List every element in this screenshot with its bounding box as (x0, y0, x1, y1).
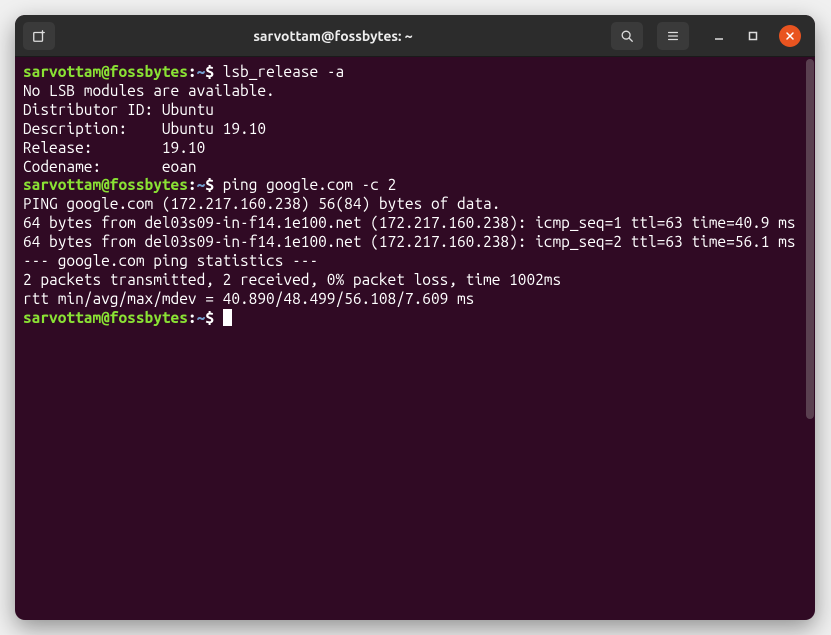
terminal-output-line: Distributor ID: Ubuntu (23, 101, 797, 120)
terminal-command-line: sarvottam@fossbytes:~$ (23, 309, 797, 328)
search-icon (620, 29, 634, 43)
terminal-output-line: rtt min/avg/max/mdev = 40.890/48.499/56.… (23, 290, 797, 309)
terminal-output-line: 64 bytes from del03s09-in-f14.1e100.net … (23, 233, 797, 252)
terminal-output-line: Description: Ubuntu 19.10 (23, 120, 797, 139)
output-text: --- google.com ping statistics --- (23, 252, 318, 269)
window-title: sarvottam@fossbytes: ~ (55, 28, 611, 44)
titlebar-right (611, 22, 807, 50)
scrollbar[interactable] (805, 57, 815, 620)
titlebar: sarvottam@fossbytes: ~ (15, 15, 815, 57)
output-text: Release: 19.10 (23, 139, 205, 156)
prompt-user-host: sarvottam@fossbytes (23, 63, 188, 80)
prompt-dollar: $ (205, 309, 222, 326)
prompt-dollar: $ (205, 63, 222, 80)
prompt-dollar: $ (205, 176, 222, 193)
new-tab-icon (32, 29, 46, 43)
close-button[interactable] (779, 25, 801, 47)
terminal-window: sarvottam@fossbytes: ~ sarvottam@ (15, 15, 815, 620)
prompt-colon: : (188, 176, 197, 193)
prompt-colon: : (188, 309, 197, 326)
output-text: 2 packets transmitted, 2 received, 0% pa… (23, 271, 561, 288)
command-text: lsb_release -a (223, 63, 345, 80)
terminal-output-line: Codename: eoan (23, 158, 797, 177)
prompt-user-host: sarvottam@fossbytes (23, 309, 188, 326)
command-text: ping google.com -c 2 (223, 176, 397, 193)
prompt-path: ~ (197, 176, 206, 193)
terminal-output-line: PING google.com (172.217.160.238) 56(84)… (23, 195, 797, 214)
terminal-output-line: --- google.com ping statistics --- (23, 252, 797, 271)
terminal-command-line: sarvottam@fossbytes:~$ ping google.com -… (23, 176, 797, 195)
menu-button[interactable] (657, 22, 689, 50)
terminal-command-line: sarvottam@fossbytes:~$ lsb_release -a (23, 63, 797, 82)
search-button[interactable] (611, 22, 643, 50)
titlebar-left (23, 22, 55, 50)
cursor (223, 309, 232, 326)
output-text: Distributor ID: Ubuntu (23, 101, 214, 118)
hamburger-icon (666, 29, 680, 43)
close-icon (785, 31, 795, 41)
new-tab-button[interactable] (23, 22, 55, 50)
output-text: No LSB modules are available. (23, 82, 275, 99)
maximize-icon (748, 31, 758, 41)
terminal-output-line: 2 packets transmitted, 2 received, 0% pa… (23, 271, 797, 290)
output-text: 64 bytes from del03s09-in-f14.1e100.net … (23, 214, 796, 231)
terminal-output[interactable]: sarvottam@fossbytes:~$ lsb_release -aNo … (15, 57, 805, 620)
scrollbar-thumb[interactable] (806, 59, 814, 419)
minimize-button[interactable] (711, 28, 727, 44)
terminal-output-line: No LSB modules are available. (23, 82, 797, 101)
terminal-body: sarvottam@fossbytes:~$ lsb_release -aNo … (15, 57, 815, 620)
prompt-user-host: sarvottam@fossbytes (23, 176, 188, 193)
output-text: 64 bytes from del03s09-in-f14.1e100.net … (23, 233, 796, 250)
output-text: rtt min/avg/max/mdev = 40.890/48.499/56.… (23, 290, 474, 307)
terminal-output-line: 64 bytes from del03s09-in-f14.1e100.net … (23, 214, 797, 233)
output-text: Description: Ubuntu 19.10 (23, 120, 266, 137)
terminal-output-line: Release: 19.10 (23, 139, 797, 158)
maximize-button[interactable] (745, 28, 761, 44)
minimize-icon (714, 31, 724, 41)
output-text: PING google.com (172.217.160.238) 56(84)… (23, 195, 500, 212)
output-text: Codename: eoan (23, 158, 197, 175)
prompt-path: ~ (197, 63, 206, 80)
prompt-path: ~ (197, 309, 206, 326)
window-controls (711, 25, 801, 47)
prompt-colon: : (188, 63, 197, 80)
